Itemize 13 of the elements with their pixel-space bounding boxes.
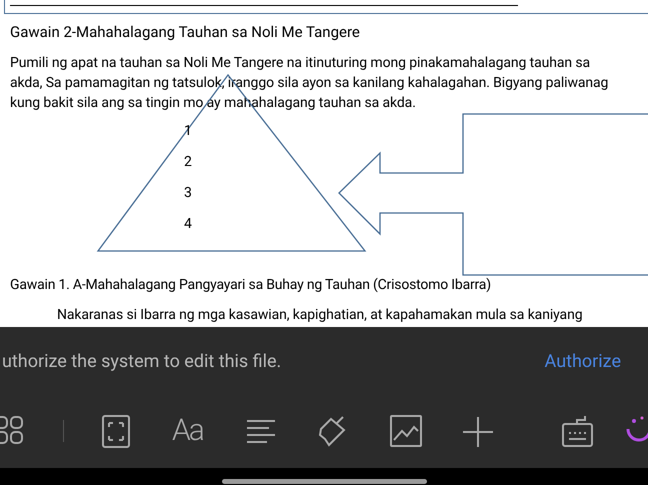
- banner-message: uthorize the system to edit this file.: [2, 350, 282, 374]
- rank-number: 3: [184, 185, 192, 201]
- authorize-button[interactable]: Authorize: [544, 348, 621, 374]
- keyboard-icon[interactable]: [561, 415, 593, 449]
- rank-number: 2: [184, 154, 192, 170]
- frame-icon[interactable]: [101, 415, 133, 449]
- font-button[interactable]: Aa: [172, 413, 203, 449]
- plus-icon[interactable]: [462, 415, 494, 449]
- rank-number: 4: [184, 216, 192, 232]
- document-paragraph: Nakaranas si Ibarra ng mga kasawian, kapighatian, at kapahamakan mula sa kaniyang: [57, 306, 582, 325]
- document-heading: Gawain 1. A-Mahahalagang Pangyayari sa Buhay ng Tauhan (Crisostomo Ibarra): [10, 276, 491, 295]
- document-heading: Gawain 2-Mahahalagang Tauhan sa Noli Me Tangere: [10, 22, 360, 43]
- image-icon[interactable]: [390, 415, 422, 449]
